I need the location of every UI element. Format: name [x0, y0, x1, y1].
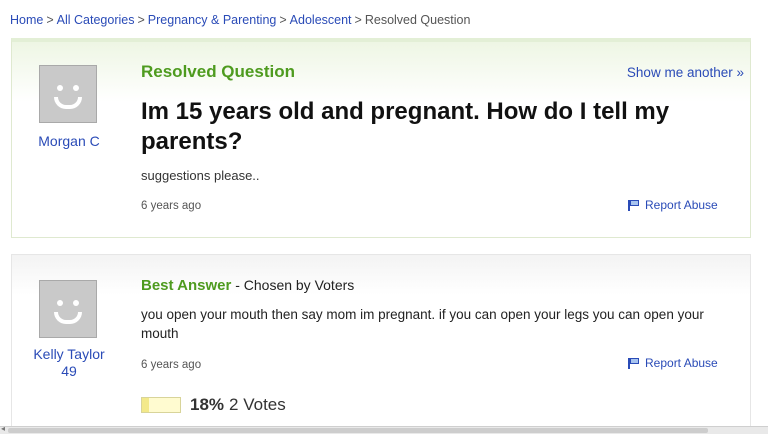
answerer-info: Kelly Taylor 49 — [24, 346, 114, 380]
avatar-eye — [73, 85, 79, 91]
vote-summary: 18% 2 Votes — [141, 395, 286, 415]
scroll-left-icon[interactable]: ◂ — [1, 424, 5, 433]
question-time: 6 years ago — [141, 200, 202, 212]
report-abuse-label: Report Abuse — [645, 198, 718, 212]
vote-bar-fill — [142, 398, 149, 412]
horizontal-scrollbar[interactable]: ◂ — [0, 424, 768, 434]
avatar-eye — [57, 85, 63, 91]
show-another-link[interactable]: Show me another » — [627, 65, 744, 80]
breadcrumb-current: Resolved Question — [364, 13, 471, 27]
best-answer-heading: Best Answer — [141, 277, 232, 294]
breadcrumb-separator: > — [279, 13, 287, 27]
vote-percent: 18% — [190, 395, 225, 414]
avatar-mouth — [54, 97, 82, 109]
answer-time: 6 years ago — [141, 359, 202, 371]
answer-text: you open your mouth then say mom im preg… — [141, 307, 704, 341]
answerer-avatar[interactable] — [39, 280, 97, 338]
avatar-mouth — [54, 312, 82, 324]
breadcrumb-home[interactable]: Home — [10, 13, 43, 27]
question-title: Im 15 years old and pregnant. How do I t… — [141, 98, 670, 155]
avatar-eye — [73, 300, 79, 306]
breadcrumb-separator: > — [46, 13, 54, 27]
breadcrumb: Home > All Categories > Pregnancy & Parentin… — [10, 13, 470, 27]
report-abuse-link[interactable]: Report Abuse — [628, 198, 718, 212]
vote-bar — [141, 397, 181, 413]
flag-icon — [628, 357, 640, 369]
answerer-level: 49 — [61, 363, 77, 379]
avatar-eye — [57, 300, 63, 306]
breadcrumb-separator: > — [354, 13, 362, 27]
resolved-question-heading: Resolved Question — [141, 62, 295, 81]
report-abuse-label: Report Abuse — [645, 356, 718, 370]
vote-count: 2 Votes — [229, 395, 286, 414]
scrollbar-thumb[interactable] — [8, 428, 708, 433]
asker-avatar[interactable] — [39, 65, 97, 123]
breadcrumb-separator: > — [137, 13, 145, 27]
question-details: suggestions please.. — [141, 168, 260, 183]
answer-panel — [11, 254, 751, 434]
breadcrumb-all-categories[interactable]: All Categories — [57, 13, 135, 27]
chosen-by-label: - Chosen by Voters — [235, 277, 355, 293]
breadcrumb-pregnancy-parenting[interactable]: Pregnancy & Parenting — [148, 13, 277, 27]
best-answer-line: Best Answer - Chosen by Voters — [141, 277, 354, 294]
answerer-name[interactable]: Kelly Taylor — [24, 346, 114, 363]
flag-icon — [628, 199, 640, 211]
report-abuse-link[interactable]: Report Abuse — [628, 356, 718, 370]
asker-name[interactable]: Morgan C — [24, 133, 114, 150]
breadcrumb-adolescent[interactable]: Adolescent — [290, 13, 352, 27]
